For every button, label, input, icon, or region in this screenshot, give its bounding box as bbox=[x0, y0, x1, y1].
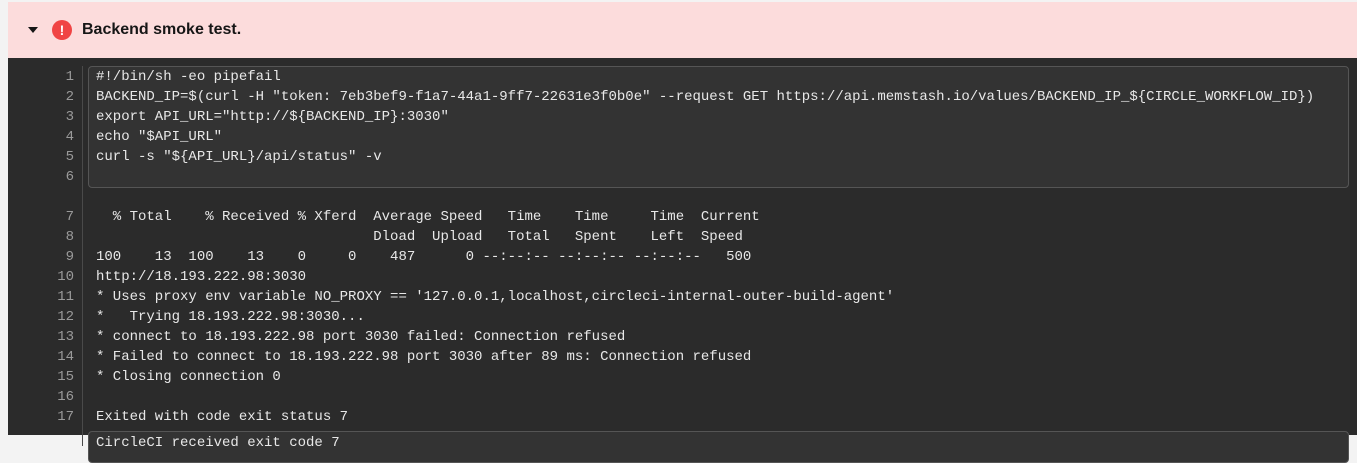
line-number: 4 bbox=[8, 127, 74, 147]
line-text: * Uses proxy env variable NO_PROXY == '1… bbox=[96, 287, 894, 307]
error-icon: ! bbox=[52, 20, 72, 40]
line-number: 5 bbox=[8, 147, 74, 167]
exit-message: CircleCI received exit code 7 bbox=[96, 433, 340, 453]
line-number: 9 bbox=[8, 247, 74, 267]
line-number: 7 bbox=[8, 207, 74, 227]
step-card: ! Backend smoke test. CircleCI received … bbox=[8, 2, 1357, 435]
exit-box: CircleCI received exit code 7 bbox=[88, 431, 1349, 463]
step-header[interactable]: ! Backend smoke test. bbox=[8, 2, 1357, 58]
line-text: http://18.193.222.98:3030 bbox=[96, 267, 306, 287]
line-number: 2 bbox=[8, 87, 74, 107]
line-text: % Total % Received % Xferd Average Speed… bbox=[96, 207, 760, 227]
line-text: BACKEND_IP=$(curl -H "token: 7eb3bef9-f1… bbox=[96, 87, 1314, 107]
line-number: 6 bbox=[8, 167, 74, 187]
line-text: * Trying 18.193.222.98:3030... bbox=[96, 307, 365, 327]
line-number: 12 bbox=[8, 307, 74, 327]
line-number: 8 bbox=[8, 227, 74, 247]
line-number: 11 bbox=[8, 287, 74, 307]
line-text: Dload Upload Total Spent Left Speed bbox=[96, 227, 743, 247]
line-number: 17 bbox=[8, 407, 74, 427]
line-number: 14 bbox=[8, 347, 74, 367]
line-text: echo "$API_URL" bbox=[96, 127, 222, 147]
line-number: 3 bbox=[8, 107, 74, 127]
line-number: 10 bbox=[8, 267, 74, 287]
line-number: 15 bbox=[8, 367, 74, 387]
line-text: * Failed to connect to 18.193.222.98 por… bbox=[96, 347, 751, 367]
line-text: * Closing connection 0 bbox=[96, 367, 281, 387]
caret-down-icon[interactable] bbox=[28, 27, 38, 33]
line-text: export API_URL="http://${BACKEND_IP}:303… bbox=[96, 107, 449, 127]
line-number: 13 bbox=[8, 327, 74, 347]
step-title: Backend smoke test. bbox=[82, 21, 241, 39]
line-text: Exited with code exit status 7 bbox=[96, 407, 348, 427]
line-text: #!/bin/sh -eo pipefail bbox=[96, 67, 281, 87]
gutter-divider bbox=[82, 66, 83, 446]
line-number: 16 bbox=[8, 387, 74, 407]
line-text: 100 13 100 13 0 0 487 0 --:--:-- --:--:-… bbox=[96, 247, 751, 267]
line-text: curl -s "${API_URL}/api/status" -v bbox=[96, 147, 382, 167]
line-text: * connect to 18.193.222.98 port 3030 fai… bbox=[96, 327, 625, 347]
line-number: 1 bbox=[8, 67, 74, 87]
